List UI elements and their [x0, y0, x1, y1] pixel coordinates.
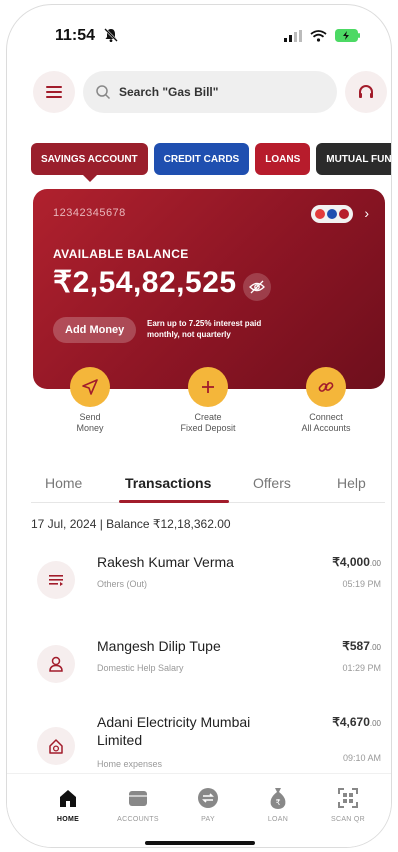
search-placeholder: Search "Gas Bill"	[119, 85, 219, 99]
transaction-row[interactable]: Mangesh Dilip Tupe Domestic Help Salary …	[31, 637, 385, 707]
svg-text:₹: ₹	[275, 798, 280, 807]
search-icon	[96, 85, 111, 100]
amount-paise: .00	[369, 719, 381, 728]
tab-offers[interactable]: Offers	[253, 475, 291, 491]
home-icon	[54, 784, 82, 812]
amount-value: ₹4,000	[332, 555, 370, 569]
date-balance-line: 17 Jul, 2024 | Balance ₹12,18,362.00	[31, 517, 231, 531]
nav-home[interactable]: HOME	[33, 784, 103, 823]
person-icon	[37, 645, 75, 683]
transaction-time: 01:29 PM	[342, 663, 381, 673]
transaction-category: Home expenses	[97, 759, 163, 769]
top-header: Search "Gas Bill"	[7, 71, 391, 115]
amount-paise: .00	[369, 643, 381, 652]
signal-icon	[284, 29, 302, 42]
transaction-row[interactable]: Rakesh Kumar Verma Others (Out) ₹4,000.0…	[31, 553, 385, 623]
support-button[interactable]	[345, 71, 387, 113]
status-time: 11:54	[55, 27, 96, 44]
connect-label-2: All Accounts	[301, 423, 351, 433]
transaction-time: 09:10 AM	[342, 753, 381, 763]
nav-loan-label: LOAN	[267, 816, 289, 823]
fixed-deposit-label-2: Fixed Deposit	[180, 423, 236, 433]
available-balance-label: AVAILABLE BALANCE	[53, 247, 189, 261]
send-money-label-1: Send	[79, 412, 101, 422]
tab-loans[interactable]: LOANS	[255, 143, 311, 175]
nav-accounts[interactable]: ACCOUNTS	[103, 784, 173, 823]
wallet-icon	[124, 784, 152, 812]
home-expense-icon	[37, 727, 75, 765]
nav-accounts-label: ACCOUNTS	[117, 816, 159, 823]
transaction-name: Rakesh Kumar Verma	[97, 554, 234, 570]
connect-label-1: Connect	[309, 412, 343, 422]
nav-home-label: HOME	[56, 816, 80, 823]
home-indicator	[145, 841, 255, 845]
transaction-amount: ₹4,670.00	[332, 715, 381, 729]
nav-pay-label: PAY	[201, 816, 215, 823]
nav-scan-qr[interactable]: SCAN QR	[313, 784, 383, 823]
plus-icon	[188, 367, 228, 407]
fixed-deposit-label-1: Create	[194, 412, 222, 422]
tab-transactions[interactable]: Transactions	[125, 475, 211, 491]
hide-balance-button[interactable]	[243, 273, 271, 301]
phone-screen: 11:54 Search "Gas Bill" SAVINGS ACCOUNT …	[6, 4, 392, 848]
transaction-time: 05:19 PM	[342, 579, 381, 589]
balance-amount: ₹2,54,82,525	[53, 266, 237, 299]
money-bag-icon: ₹	[264, 784, 292, 812]
interest-promo-text: Earn up to 7.25% interest paid monthly, …	[147, 319, 262, 339]
headset-icon	[359, 85, 373, 98]
search-bar[interactable]: Search "Gas Bill"	[83, 71, 337, 113]
pay-icon	[194, 784, 222, 812]
upi-brand-logo[interactable]	[311, 205, 353, 223]
send-money-label-2: Money	[76, 423, 104, 433]
send-money-action[interactable]: Send Money	[45, 367, 135, 434]
amount-value: ₹4,670	[332, 715, 370, 729]
connect-accounts-action[interactable]: Connect All Accounts	[281, 367, 371, 434]
menu-button[interactable]	[33, 71, 75, 113]
transaction-category: Others (Out)	[97, 579, 148, 589]
status-bar: 11:54	[7, 5, 391, 61]
tab-credit-cards[interactable]: CREDIT CARDS	[153, 143, 250, 175]
amount-value: ₹587	[342, 639, 370, 653]
amount-paise: .00	[369, 559, 381, 568]
transaction-name: Adani Electricity Mumbai Limited	[97, 714, 251, 748]
add-money-button[interactable]: Add Money	[53, 317, 137, 343]
nav-scan-qr-label: SCAN QR	[331, 816, 365, 823]
send-icon	[70, 367, 110, 407]
tab-help[interactable]: Help	[337, 475, 366, 491]
battery-icon	[335, 29, 360, 42]
transaction-category: Domestic Help Salary	[97, 663, 184, 673]
qr-scan-icon	[334, 784, 362, 812]
section-tabs: Home Transactions Offers Help	[31, 473, 385, 503]
account-number: 12342345678	[53, 207, 126, 219]
nav-pay[interactable]: PAY	[173, 784, 243, 823]
hamburger-icon	[46, 86, 62, 98]
transfer-list-icon	[37, 561, 75, 599]
silent-bell-icon	[104, 28, 118, 42]
nav-loan[interactable]: ₹ LOAN	[243, 784, 313, 823]
bottom-navigation: HOME ACCOUNTS PAY ₹ LOAN SCAN QR	[7, 773, 391, 847]
tab-savings-account[interactable]: SAVINGS ACCOUNT	[31, 143, 148, 182]
transaction-amount: ₹4,000.00	[332, 555, 381, 569]
eye-off-icon	[249, 280, 265, 294]
create-fixed-deposit-action[interactable]: Create Fixed Deposit	[163, 367, 253, 434]
tab-mutual-fund[interactable]: MUTUAL FUND	[316, 143, 391, 175]
tab-home[interactable]: Home	[45, 475, 82, 491]
wifi-icon	[310, 29, 327, 42]
transaction-amount: ₹587.00	[342, 639, 381, 653]
link-icon	[306, 367, 346, 407]
status-indicators	[284, 29, 361, 42]
chevron-right-icon[interactable]: ›	[364, 205, 369, 221]
balance-card[interactable]: 12342345678 › AVAILABLE BALANCE ₹2,54,82…	[33, 189, 385, 389]
account-type-tabs: SAVINGS ACCOUNT CREDIT CARDS LOANS MUTUA…	[31, 143, 391, 182]
active-tab-indicator	[119, 500, 229, 503]
transaction-name: Mangesh Dilip Tupe	[97, 638, 221, 654]
